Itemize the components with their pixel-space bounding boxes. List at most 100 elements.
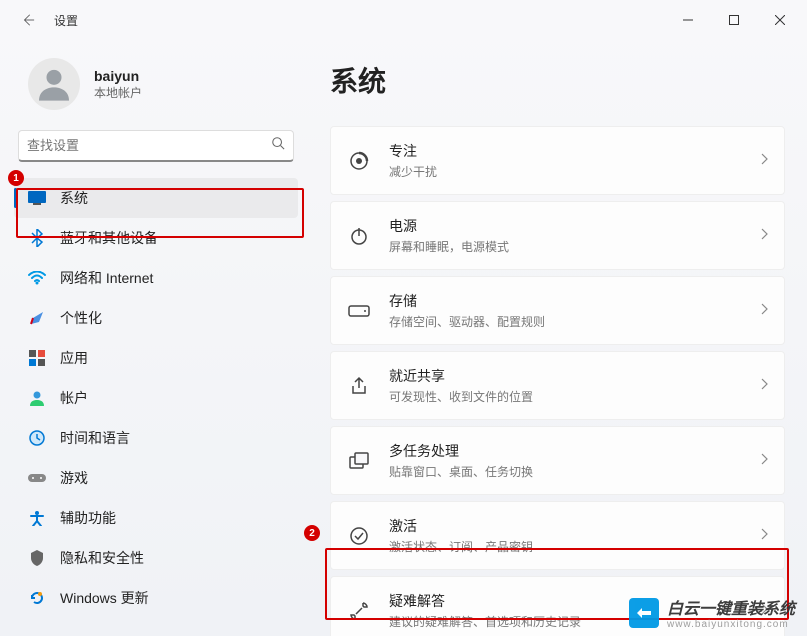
nav-label: 系统 (60, 188, 88, 208)
annotation-badge-2: 2 (304, 525, 320, 541)
card-text: 就近共享 可发现性、收到文件的位置 (389, 366, 742, 405)
card-title: 专注 (389, 141, 742, 161)
storage-icon (347, 299, 371, 323)
account-type: 本地帐户 (94, 84, 142, 101)
personalize-icon (28, 309, 46, 327)
accessibility-icon (28, 509, 46, 527)
nav-label: 网络和 Internet (60, 268, 153, 288)
card-subtitle: 存储空间、驱动器、配置规则 (389, 313, 742, 330)
back-button[interactable] (20, 12, 36, 28)
card-subtitle: 贴靠窗口、桌面、任务切换 (389, 463, 742, 480)
card-share[interactable]: 就近共享 可发现性、收到文件的位置 (330, 351, 785, 420)
nav-label: 游戏 (60, 468, 88, 488)
sidebar-item-update[interactable]: Windows 更新 (14, 578, 298, 618)
sidebar-item-accessibility[interactable]: 辅助功能 (14, 498, 298, 538)
card-text: 专注 减少干扰 (389, 141, 742, 180)
privacy-icon (28, 549, 46, 567)
chevron-right-icon (760, 152, 768, 170)
sidebar-item-system[interactable]: 系统 (14, 178, 298, 218)
settings-window: 设置 baiyun 本地帐户 (0, 0, 807, 636)
username: baiyun (94, 68, 142, 84)
sidebar-item-privacy[interactable]: 隐私和安全性 (14, 538, 298, 578)
sidebar-item-network[interactable]: 网络和 Internet (14, 258, 298, 298)
card-title: 存储 (389, 291, 742, 311)
card-text: 存储 存储空间、驱动器、配置规则 (389, 291, 742, 330)
card-storage[interactable]: 存储 存储空间、驱动器、配置规则 (330, 276, 785, 345)
card-focus[interactable]: 专注 减少干扰 (330, 126, 785, 195)
card-activation[interactable]: 激活 激活状态、订阅、产品密钥 (330, 501, 785, 570)
app-title: 设置 (54, 12, 78, 29)
apps-icon (28, 349, 46, 367)
sidebar-item-time[interactable]: 时间和语言 (14, 418, 298, 458)
nav-label: 蓝牙和其他设备 (60, 228, 158, 248)
search-box[interactable] (18, 130, 294, 162)
card-subtitle: 屏幕和睡眠，电源模式 (389, 238, 742, 255)
content: baiyun 本地帐户 系统 蓝牙和 (0, 40, 807, 636)
gaming-icon (28, 469, 46, 487)
search-wrap (0, 130, 308, 172)
main-panel: 系统 专注 减少干扰 电源 屏幕和睡眠，电源模式 (308, 40, 807, 636)
card-text: 多任务处理 贴靠窗口、桌面、任务切换 (389, 441, 742, 480)
multitask-icon (347, 449, 371, 473)
chevron-right-icon (760, 452, 768, 470)
card-title: 电源 (389, 216, 742, 236)
sidebar-item-personalization[interactable]: 个性化 (14, 298, 298, 338)
sidebar-item-gaming[interactable]: 游戏 (14, 458, 298, 498)
time-icon (28, 429, 46, 447)
titlebar-left: 设置 (20, 12, 78, 29)
nav-list: 系统 蓝牙和其他设备 网络和 Internet 个性化 应用 (0, 172, 308, 624)
avatar (28, 58, 80, 110)
annotation-badge-1: 1 (8, 170, 24, 186)
chevron-right-icon (760, 302, 768, 320)
close-button[interactable] (757, 4, 803, 36)
focus-icon (347, 149, 371, 173)
account-icon (28, 389, 46, 407)
page-title: 系统 (330, 60, 785, 100)
settings-cards: 专注 减少干扰 电源 屏幕和睡眠，电源模式 存储 (330, 126, 785, 636)
watermark-cn: 白云一键重装系统 (667, 595, 795, 619)
user-info: baiyun 本地帐户 (94, 68, 142, 101)
card-title: 激活 (389, 516, 742, 536)
nav-label: 个性化 (60, 308, 102, 328)
nav-label: 帐户 (60, 388, 88, 408)
card-title: 多任务处理 (389, 441, 742, 461)
user-block[interactable]: baiyun 本地帐户 (0, 48, 308, 130)
troubleshoot-icon (347, 599, 371, 623)
system-icon (28, 189, 46, 207)
chevron-right-icon (760, 377, 768, 395)
card-subtitle: 激活状态、订阅、产品密钥 (389, 538, 742, 555)
chevron-right-icon (760, 527, 768, 545)
card-subtitle: 可发现性、收到文件的位置 (389, 388, 742, 405)
nav-label: 辅助功能 (60, 508, 116, 528)
card-text: 电源 屏幕和睡眠，电源模式 (389, 216, 742, 255)
card-multitask[interactable]: 多任务处理 贴靠窗口、桌面、任务切换 (330, 426, 785, 495)
share-icon (347, 374, 371, 398)
activation-icon (347, 524, 371, 548)
nav-label: Windows 更新 (60, 588, 149, 608)
card-title: 就近共享 (389, 366, 742, 386)
sidebar-item-bluetooth[interactable]: 蓝牙和其他设备 (14, 218, 298, 258)
watermark-icon (629, 598, 659, 628)
sidebar-item-apps[interactable]: 应用 (14, 338, 298, 378)
minimize-button[interactable] (665, 4, 711, 36)
card-subtitle: 减少干扰 (389, 163, 742, 180)
search-icon (271, 136, 285, 155)
chevron-right-icon (760, 227, 768, 245)
search-input[interactable] (27, 138, 271, 153)
update-icon (28, 589, 46, 607)
watermark-url: www.baiyunxitong.com (667, 619, 795, 630)
bluetooth-icon (28, 229, 46, 247)
nav-label: 隐私和安全性 (60, 548, 144, 568)
window-controls (665, 4, 803, 36)
titlebar: 设置 (0, 0, 807, 40)
sidebar-item-accounts[interactable]: 帐户 (14, 378, 298, 418)
wifi-icon (28, 269, 46, 287)
nav-label: 时间和语言 (60, 428, 130, 448)
watermark: 白云一键重装系统 www.baiyunxitong.com (629, 595, 795, 630)
nav-label: 应用 (60, 348, 88, 368)
maximize-button[interactable] (711, 4, 757, 36)
card-text: 激活 激活状态、订阅、产品密钥 (389, 516, 742, 555)
card-power[interactable]: 电源 屏幕和睡眠，电源模式 (330, 201, 785, 270)
power-icon (347, 224, 371, 248)
sidebar: baiyun 本地帐户 系统 蓝牙和 (0, 40, 308, 636)
